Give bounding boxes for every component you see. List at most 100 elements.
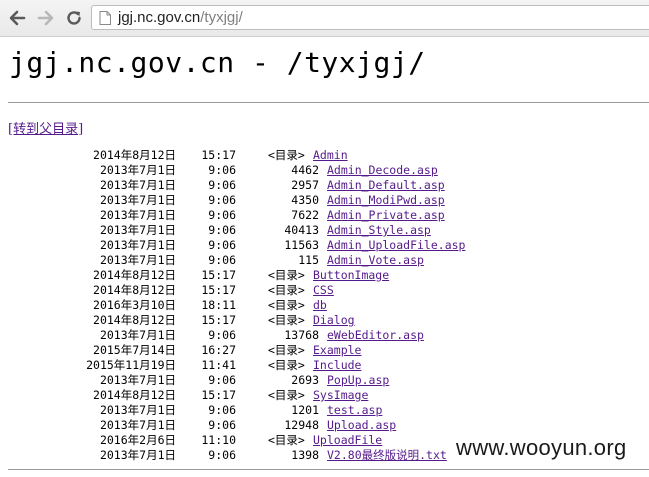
entry-date: 2015年7月14日	[93, 343, 176, 357]
directory-link[interactable]: SysImage	[313, 388, 368, 403]
entry-date: 2014年8月12日	[93, 283, 176, 297]
directory-entry: 2014年8月12日 15:17 <目录> CSS	[0, 283, 649, 298]
reload-button[interactable]	[63, 7, 85, 29]
entry-time: 9:06	[208, 178, 236, 192]
entry-date: 2016年2月6日	[99, 433, 176, 447]
file-entry: 2013年7月1日 9:06 2957 Admin_Default.asp	[0, 178, 649, 193]
file-link[interactable]: Admin_UploadFile.asp	[327, 238, 465, 253]
directory-entry: 2014年8月12日 15:17 <目录> SysImage	[0, 388, 649, 403]
directory-link[interactable]: db	[313, 298, 327, 313]
back-button[interactable]	[6, 7, 28, 29]
forward-button[interactable]	[35, 7, 57, 29]
entry-date: 2014年8月12日	[93, 388, 176, 402]
file-link[interactable]: PopUp.asp	[327, 373, 389, 388]
entry-date: 2014年8月12日	[93, 148, 176, 162]
file-entry: 2013年7月1日 9:06 4462 Admin_Decode.asp	[0, 163, 649, 178]
entry-time: 9:06	[208, 223, 236, 237]
entry-time: 16:27	[201, 343, 236, 357]
entry-time: 11:10	[201, 433, 236, 447]
entry-size: 40413	[284, 223, 319, 237]
entry-time: 15:17	[201, 388, 236, 402]
entry-size: 4350	[291, 193, 319, 207]
directory-entry: 2014年8月12日 15:17 <目录> Dialog	[0, 313, 649, 328]
entry-time: 9:06	[208, 448, 236, 462]
entry-time: 15:17	[201, 283, 236, 297]
entry-time: 9:06	[208, 238, 236, 252]
directory-entry: 2014年8月12日 15:17 <目录> ButtonImage	[0, 268, 649, 283]
directory-link[interactable]: ButtonImage	[313, 268, 389, 283]
entry-date: 2013年7月1日	[99, 208, 176, 222]
url-text: jgj.nc.gov.cn/tyxjgj/	[118, 9, 243, 26]
file-entry: 2013年7月1日 9:06 4350 Admin_ModiPwd.asp	[0, 193, 649, 208]
file-entry: 2013年7月1日 9:06 7622 Admin_Private.asp	[0, 208, 649, 223]
file-link[interactable]: Admin_ModiPwd.asp	[327, 193, 445, 208]
file-entry: 2013年7月1日 9:06 11563 Admin_UploadFile.asp	[0, 238, 649, 253]
entry-date: 2013年7月1日	[99, 253, 176, 267]
file-link[interactable]: Admin_Default.asp	[327, 178, 445, 193]
address-bar[interactable]: jgj.nc.gov.cn/tyxjgj/	[91, 5, 649, 30]
directory-marker: <目录>	[268, 298, 305, 312]
entry-date: 2013年7月1日	[99, 178, 176, 192]
directory-entry: 2014年8月12日 15:17 <目录> Admin	[0, 148, 649, 163]
entry-date: 2014年8月12日	[93, 268, 176, 282]
entry-size: 2957	[291, 178, 319, 192]
directory-link[interactable]: CSS	[313, 283, 334, 298]
entry-time: 9:06	[208, 163, 236, 177]
entry-size: 4462	[291, 163, 319, 177]
entry-date: 2013年7月1日	[99, 163, 176, 177]
entry-time: 18:11	[201, 298, 236, 312]
file-link[interactable]: eWebEditor.asp	[327, 328, 424, 343]
url-host: jgj.nc.gov.cn	[118, 9, 201, 26]
entry-time: 9:06	[208, 418, 236, 432]
entry-time: 11:41	[201, 358, 236, 372]
entry-size: 1398	[291, 448, 319, 462]
entry-size: 12948	[284, 418, 319, 432]
directory-marker: <目录>	[268, 148, 305, 162]
file-link[interactable]: V2.80最终版说明.txt	[327, 448, 447, 463]
reload-icon	[67, 11, 81, 25]
page-title: jgj.nc.gov.cn - /tyxjgj/	[9, 46, 426, 79]
file-link[interactable]: Admin_Private.asp	[327, 208, 445, 223]
file-link[interactable]: test.asp	[327, 403, 382, 418]
directory-link[interactable]: UploadFile	[313, 433, 382, 448]
file-link[interactable]: Admin_Vote.asp	[327, 253, 424, 268]
forward-arrow-icon	[37, 10, 54, 26]
entry-date: 2013年7月1日	[99, 418, 176, 432]
entry-time: 9:06	[208, 253, 236, 267]
entry-date: 2013年7月1日	[99, 448, 176, 462]
entry-date: 2014年8月12日	[93, 313, 176, 327]
entry-size: 7622	[291, 208, 319, 222]
entry-time: 9:06	[208, 403, 236, 417]
file-link[interactable]: Admin_Style.asp	[327, 223, 431, 238]
entry-time: 9:06	[208, 373, 236, 387]
directory-link[interactable]: Include	[313, 358, 361, 373]
parent-directory-link[interactable]: [转到父目录]	[8, 118, 83, 137]
browser-toolbar: jgj.nc.gov.cn/tyxjgj/	[0, 0, 649, 37]
entry-date: 2013年7月1日	[99, 193, 176, 207]
directory-entry: 2015年7月14日 16:27 <目录> Example	[0, 343, 649, 358]
file-entry: 2013年7月1日 9:06 115 Admin_Vote.asp	[0, 253, 649, 268]
directory-link[interactable]: Admin	[313, 148, 348, 163]
entry-time: 15:17	[201, 313, 236, 327]
entry-date: 2016年3月10日	[93, 298, 176, 312]
directory-entry: 2015年11月19日 11:41 <目录> Include	[0, 358, 649, 373]
directory-marker: <目录>	[268, 358, 305, 372]
entry-time: 9:06	[208, 193, 236, 207]
directory-link[interactable]: Example	[313, 343, 361, 358]
url-path: /tyxjgj/	[200, 9, 243, 26]
directory-marker: <目录>	[268, 433, 305, 447]
entry-date: 2015年11月19日	[86, 358, 176, 372]
page-icon	[99, 11, 111, 25]
file-link[interactable]: Admin_Decode.asp	[327, 163, 438, 178]
bottom-divider	[8, 469, 649, 470]
back-arrow-icon	[9, 10, 26, 26]
top-divider	[8, 102, 649, 103]
directory-link[interactable]: Dialog	[313, 313, 355, 328]
file-entry: 2013年7月1日 9:06 13768 eWebEditor.asp	[0, 328, 649, 343]
directory-marker: <目录>	[268, 313, 305, 327]
file-entry: 2013年7月1日 9:06 12948 Upload.asp	[0, 418, 649, 433]
entry-size: 13768	[284, 328, 319, 342]
directory-marker: <目录>	[268, 343, 305, 357]
file-link[interactable]: Upload.asp	[327, 418, 396, 433]
directory-marker: <目录>	[268, 283, 305, 297]
